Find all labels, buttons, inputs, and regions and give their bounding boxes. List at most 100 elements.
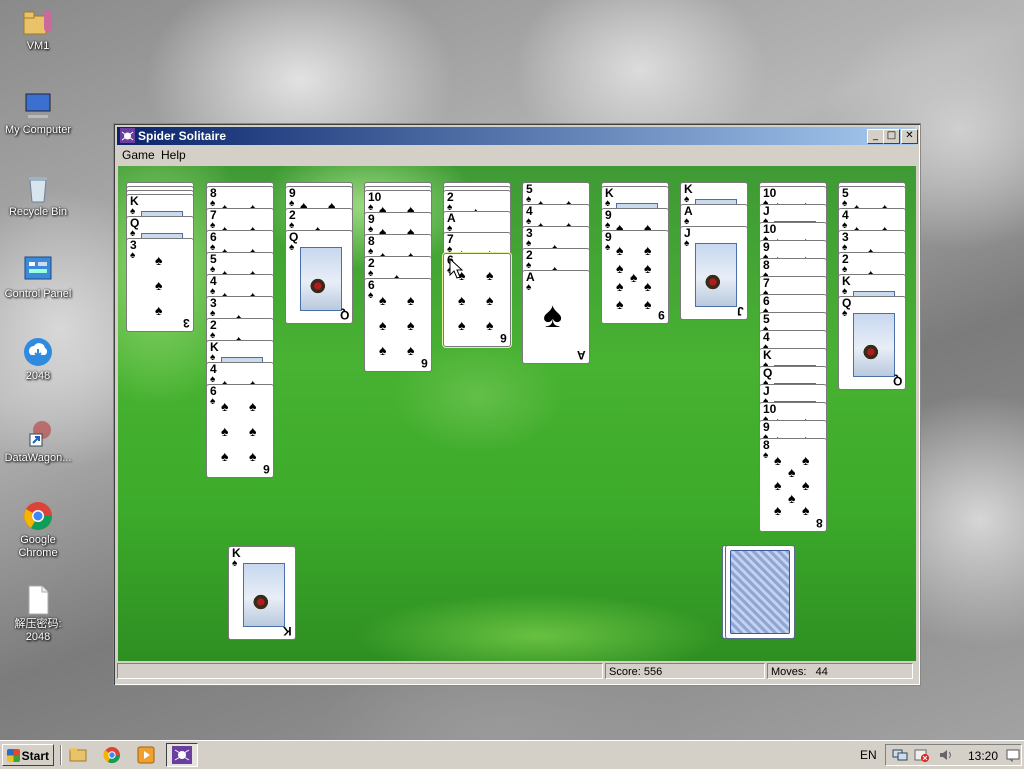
card-rank-corner: 6 bbox=[500, 331, 507, 345]
spade-icon: ♠ bbox=[788, 464, 796, 480]
title-bar[interactable]: Spider Solitaire _ □ ✕ bbox=[117, 127, 918, 145]
clock[interactable]: 13:20 bbox=[968, 749, 998, 763]
spade-icon: ♠ bbox=[526, 282, 532, 293]
folder-icon bbox=[22, 6, 54, 38]
desktop-icon-label: Google Chrome bbox=[18, 534, 58, 559]
menu-game[interactable]: Game bbox=[122, 148, 155, 162]
spade-icon: ♠ bbox=[221, 398, 229, 414]
explorer-icon[interactable] bbox=[68, 745, 90, 765]
spade-icon: ♠ bbox=[616, 278, 624, 294]
desktop-icon-datawagon[interactable]: DataWagon... bbox=[0, 418, 76, 465]
card-q-of-spades[interactable]: Q♠Q bbox=[838, 296, 906, 390]
start-button[interactable]: Start bbox=[2, 744, 54, 766]
card-j-of-spades[interactable]: J♠J bbox=[680, 226, 748, 320]
card-rank-corner: K bbox=[283, 624, 292, 638]
media-player-icon[interactable] bbox=[136, 745, 158, 765]
desktop-icon-control-panel[interactable]: Control Panel bbox=[0, 254, 76, 301]
moves-value: 44 bbox=[815, 666, 828, 678]
document-icon bbox=[22, 584, 54, 616]
spade-icon: ♠ bbox=[407, 317, 415, 333]
desktop-icon-google-chrome[interactable]: Google Chrome bbox=[0, 500, 76, 560]
spade-icon: ♠ bbox=[486, 292, 494, 308]
card-rank-corner: Q bbox=[339, 308, 349, 322]
spade-icon: ♠ bbox=[221, 448, 229, 464]
desktop-icon-vm1[interactable]: VM1 bbox=[0, 6, 76, 53]
card-6-of-spades[interactable]: 6♠♠♠♠♠♠♠6 bbox=[206, 384, 274, 478]
score-value: 556 bbox=[643, 666, 663, 678]
menu-help[interactable]: Help bbox=[161, 148, 186, 162]
spade-icon: ♠ bbox=[842, 308, 848, 319]
card-8-of-spades[interactable]: 8♠♠♠♠♠♠♠♠♠8 bbox=[759, 438, 827, 532]
face-card-art bbox=[243, 563, 285, 627]
stock-pile[interactable] bbox=[725, 545, 795, 639]
spade-icon: ♠ bbox=[407, 292, 415, 308]
desktop-icon-text-file[interactable]: 解压密码: 2048 bbox=[0, 584, 76, 644]
desktop-icon-label: 2048 bbox=[25, 370, 51, 382]
face-card-art bbox=[853, 313, 895, 377]
spade-icon: ♠ bbox=[155, 277, 163, 293]
spade-icon: ♠ bbox=[155, 252, 163, 268]
maximize-button[interactable]: □ bbox=[883, 129, 900, 144]
moves-panel: Moves: 44 bbox=[767, 663, 913, 679]
status-bar: Score: 556 Moves: 44 bbox=[117, 663, 915, 681]
network-icon[interactable] bbox=[892, 748, 908, 765]
card-q-of-spades[interactable]: Q♠Q bbox=[285, 230, 353, 324]
spade-icon: ♠ bbox=[644, 260, 652, 276]
desktop-icon-recycle-bin[interactable]: Recycle Bin bbox=[0, 172, 76, 219]
chrome-icon bbox=[22, 500, 54, 532]
game-board[interactable]: K♠KQ♠Q3♠♠♠♠38♠♠♠♠♠♠♠♠♠87♠♠♠♠♠♠♠♠76♠♠♠♠♠♠… bbox=[118, 166, 916, 661]
card-rank-corner: 6 bbox=[263, 462, 270, 476]
computer-icon bbox=[22, 90, 54, 122]
card-rank-corner: 9 bbox=[658, 308, 665, 322]
spade-icon: ♠ bbox=[210, 396, 216, 407]
desktop-icon-2048[interactable]: 2048 bbox=[0, 336, 76, 383]
spade-icon: ♠ bbox=[605, 242, 611, 253]
menu-bar: Game Help bbox=[117, 146, 915, 164]
notification-icon[interactable] bbox=[1006, 748, 1020, 765]
face-card-art bbox=[695, 243, 737, 307]
score-label: Score: bbox=[609, 666, 641, 678]
spade-icon: ♠ bbox=[221, 423, 229, 439]
card-rank-corner: J bbox=[737, 304, 744, 318]
mouse-cursor-icon bbox=[449, 258, 464, 279]
start-label: Start bbox=[21, 749, 49, 763]
card-a-of-spades[interactable]: A♠♠A bbox=[522, 270, 590, 364]
score-panel: Score: 556 bbox=[605, 663, 765, 679]
spade-icon: ♠ bbox=[802, 477, 810, 493]
card-3-of-spades[interactable]: 3♠♠♠♠3 bbox=[126, 238, 194, 332]
spade-icon: ♠ bbox=[379, 317, 387, 333]
spade-icon: ♠ bbox=[543, 294, 563, 335]
desktop-icon-label: 解压密码: 2048 bbox=[14, 618, 62, 643]
card-9-of-spades[interactable]: 9♠♠♠♠♠♠♠♠♠♠9 bbox=[601, 230, 669, 324]
taskbar: Start EN 13:20 bbox=[0, 740, 1024, 769]
card-6-of-spades[interactable]: 6♠♠♠♠♠♠♠6 bbox=[364, 278, 432, 372]
spade-icon: ♠ bbox=[616, 260, 624, 276]
spade-icon: ♠ bbox=[368, 290, 374, 301]
spade-icon: ♠ bbox=[630, 269, 638, 285]
status-message bbox=[117, 663, 603, 679]
card-rank-corner: 3 bbox=[183, 316, 190, 330]
spade-icon: ♠ bbox=[458, 292, 466, 308]
spade-icon: ♠ bbox=[155, 302, 163, 318]
desktop-icon-my-computer[interactable]: My Computer bbox=[0, 90, 76, 137]
spade-icon: ♠ bbox=[644, 242, 652, 258]
system-tray: 13:20 bbox=[885, 744, 1022, 766]
minimize-button[interactable]: _ bbox=[867, 129, 884, 144]
chrome-taskbar-icon[interactable] bbox=[102, 745, 124, 765]
spade-icon: ♠ bbox=[644, 296, 652, 312]
spade-icon: ♠ bbox=[802, 452, 810, 468]
spider-app-icon bbox=[120, 128, 135, 143]
spade-icon: ♠ bbox=[616, 242, 624, 258]
spider-solitaire-taskbar-button[interactable] bbox=[166, 743, 198, 767]
spade-icon: ♠ bbox=[774, 502, 782, 518]
volume-icon[interactable] bbox=[938, 748, 954, 765]
language-indicator[interactable]: EN bbox=[860, 748, 877, 762]
face-card-art bbox=[300, 247, 342, 311]
completed-suit-pile[interactable]: K ♠ K bbox=[228, 546, 296, 640]
security-alert-icon[interactable] bbox=[914, 748, 930, 765]
moves-label: Moves: bbox=[771, 666, 807, 678]
spade-icon: ♠ bbox=[486, 267, 494, 283]
spade-icon: ♠ bbox=[232, 558, 238, 569]
spade-icon: ♠ bbox=[763, 450, 769, 461]
close-button[interactable]: ✕ bbox=[901, 129, 918, 144]
